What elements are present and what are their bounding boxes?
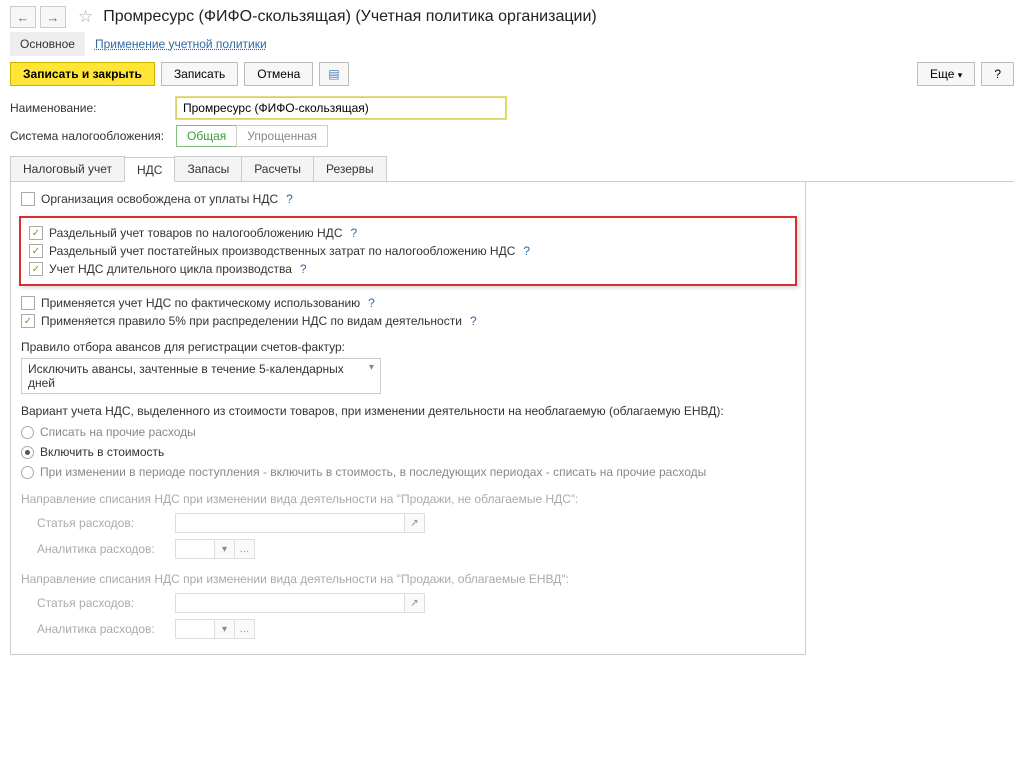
help-icon[interactable]: ? — [470, 314, 477, 328]
radio-mixed[interactable] — [21, 466, 34, 479]
rule-5pct-label: Применяется правило 5% при распределении… — [41, 314, 462, 328]
favorite-star-icon[interactable]: ☆ — [78, 7, 93, 27]
help-button[interactable]: ? — [981, 62, 1014, 86]
open-icon[interactable]: ↗ — [405, 513, 425, 533]
chevron-down-icon: ▾ — [958, 70, 963, 80]
radio-include-cost[interactable] — [21, 446, 34, 459]
advance-rule-label: Правило отбора авансов для регистрации с… — [21, 340, 795, 354]
tab-settlements[interactable]: Расчеты — [241, 156, 314, 181]
rule-5pct-checkbox[interactable] — [21, 314, 35, 328]
expense-analytics-label: Аналитика расходов: — [37, 542, 167, 556]
separate-costs-label: Раздельный учет постатейных производстве… — [49, 244, 515, 258]
ellipsis-icon[interactable]: … — [235, 619, 255, 639]
expense-item-input-1[interactable] — [175, 513, 405, 533]
radio-include-cost-label: Включить в стоимость — [40, 445, 164, 459]
dropdown-icon[interactable]: ▾ — [215, 619, 235, 639]
main-tab-policy-application[interactable]: Применение учетной политики — [85, 32, 277, 56]
expense-analytics-label-2: Аналитика расходов: — [37, 622, 167, 636]
nav-back-button[interactable]: ← — [10, 6, 36, 28]
radio-mixed-label: При изменении в периоде поступления - вк… — [40, 465, 706, 479]
save-and-close-button[interactable]: Записать и закрыть — [10, 62, 155, 86]
vat-panel: Организация освобождена от уплаты НДС ? … — [10, 182, 806, 655]
main-tab-general[interactable]: Основное — [10, 32, 85, 56]
tab-inventory[interactable]: Запасы — [174, 156, 242, 181]
variant-label: Вариант учета НДС, выделенного из стоимо… — [21, 404, 795, 418]
direction1-label: Направление списания НДС при изменении в… — [21, 492, 795, 506]
factual-use-label: Применяется учет НДС по фактическому исп… — [41, 296, 360, 310]
separate-costs-checkbox[interactable] — [29, 244, 43, 258]
exempt-label: Организация освобождена от уплаты НДС — [41, 192, 278, 206]
name-label: Наименование: — [10, 101, 170, 115]
factual-use-checkbox[interactable] — [21, 296, 35, 310]
tab-reserves[interactable]: Резервы — [313, 156, 387, 181]
cancel-button[interactable]: Отмена — [244, 62, 313, 86]
advance-rule-select[interactable]: Исключить авансы, зачтенные в течение 5-… — [21, 358, 381, 394]
expense-item-label: Статья расходов: — [37, 516, 167, 530]
nav-forward-button[interactable]: → — [40, 6, 66, 28]
tax-general-button[interactable]: Общая — [176, 125, 237, 147]
long-cycle-checkbox[interactable] — [29, 262, 43, 276]
tax-system-label: Система налогообложения: — [10, 129, 170, 143]
exempt-checkbox[interactable] — [21, 192, 35, 206]
separate-goods-label: Раздельный учет товаров по налогообложен… — [49, 226, 342, 240]
radio-writeoff[interactable] — [21, 426, 34, 439]
tab-tax-accounting[interactable]: Налоговый учет — [10, 156, 125, 181]
long-cycle-label: Учет НДС длительного цикла производства — [49, 262, 292, 276]
help-icon[interactable]: ? — [286, 192, 293, 206]
expense-item-input-2[interactable] — [175, 593, 405, 613]
separate-goods-checkbox[interactable] — [29, 226, 43, 240]
expense-item-label-2: Статья расходов: — [37, 596, 167, 610]
expense-analytics-input-2[interactable] — [175, 619, 215, 639]
open-icon[interactable]: ↗ — [405, 593, 425, 613]
ellipsis-icon[interactable]: … — [235, 539, 255, 559]
help-icon[interactable]: ? — [368, 296, 375, 310]
page-title: Промресурс (ФИФО-скользящая) (Учетная по… — [103, 8, 596, 26]
radio-writeoff-label: Списать на прочие расходы — [40, 425, 196, 439]
save-button[interactable]: Записать — [161, 62, 238, 86]
dropdown-icon[interactable]: ▾ — [215, 539, 235, 559]
more-menu-button[interactable]: Еще ▾ — [917, 62, 975, 86]
help-icon[interactable]: ? — [350, 226, 357, 240]
direction2-label: Направление списания НДС при изменении в… — [21, 572, 795, 586]
help-icon[interactable]: ? — [300, 262, 307, 276]
name-input[interactable] — [176, 97, 506, 119]
help-icon[interactable]: ? — [523, 244, 530, 258]
expense-analytics-input-1[interactable] — [175, 539, 215, 559]
document-icon: ▤ — [328, 67, 339, 81]
highlighted-section: Раздельный учет товаров по налогообложен… — [19, 216, 797, 286]
report-icon-button[interactable]: ▤ — [319, 62, 348, 86]
tab-vat[interactable]: НДС — [124, 157, 175, 182]
tax-simplified-button[interactable]: Упрощенная — [236, 125, 328, 147]
